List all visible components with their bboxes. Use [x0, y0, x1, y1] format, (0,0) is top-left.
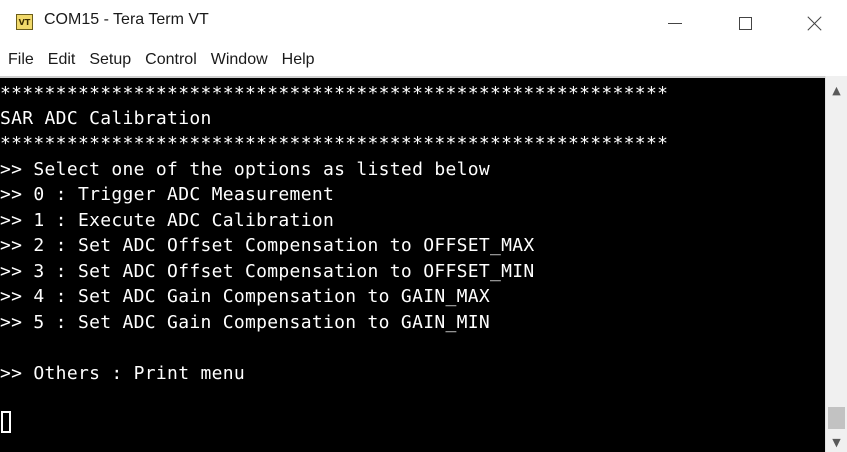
terminal-line: >> Select one of the options as listed b…: [0, 159, 491, 180]
menu-setup[interactable]: Setup: [81, 46, 137, 74]
menu-file[interactable]: File: [0, 46, 40, 74]
terminal-line: SAR ADC Calibration: [0, 108, 212, 129]
maximize-icon: [738, 16, 752, 30]
terminal-line: ****************************************…: [0, 83, 669, 104]
window-title: COM15 - Tera Term VT: [44, 11, 209, 28]
terminal-line: >> 4 : Set ADC Gain Compensation to GAIN…: [0, 286, 491, 307]
menu-edit[interactable]: Edit: [40, 46, 82, 74]
menu-window[interactable]: Window: [203, 46, 274, 74]
text-cursor: [1, 411, 11, 433]
vertical-scrollbar[interactable]: ▲ ▼: [825, 76, 847, 452]
terminal-line: >> 5 : Set ADC Gain Compensation to GAIN…: [0, 312, 491, 333]
terminal-line: ****************************************…: [0, 133, 669, 154]
scroll-up-arrow-icon[interactable]: ▲: [826, 80, 847, 100]
close-button[interactable]: [780, 0, 847, 46]
menu-control[interactable]: Control: [137, 46, 203, 74]
title-bar: VT COM15 - Tera Term VT: [0, 0, 847, 46]
terminal-line: >> Others : Print menu: [0, 363, 246, 384]
menu-help[interactable]: Help: [274, 46, 321, 74]
terminal-line: >> 1 : Execute ADC Calibration: [0, 210, 335, 231]
close-icon: [807, 15, 823, 31]
maximize-button[interactable]: [710, 0, 780, 46]
minimize-icon: [668, 22, 682, 24]
terminal-output[interactable]: ****************************************…: [0, 76, 825, 452]
minimize-button[interactable]: [640, 0, 710, 46]
terminal-line: >> 2 : Set ADC Offset Compensation to OF…: [0, 235, 535, 256]
terminal-line: >> 3 : Set ADC Offset Compensation to OF…: [0, 261, 535, 282]
menu-bar: File Edit Setup Control Window Help: [0, 46, 847, 74]
terminal-line: >> 0 : Trigger ADC Measurement: [0, 184, 335, 205]
scroll-thumb[interactable]: [828, 407, 845, 429]
tera-term-app-icon[interactable]: VT: [16, 14, 33, 30]
scroll-down-arrow-icon[interactable]: ▼: [826, 432, 847, 452]
